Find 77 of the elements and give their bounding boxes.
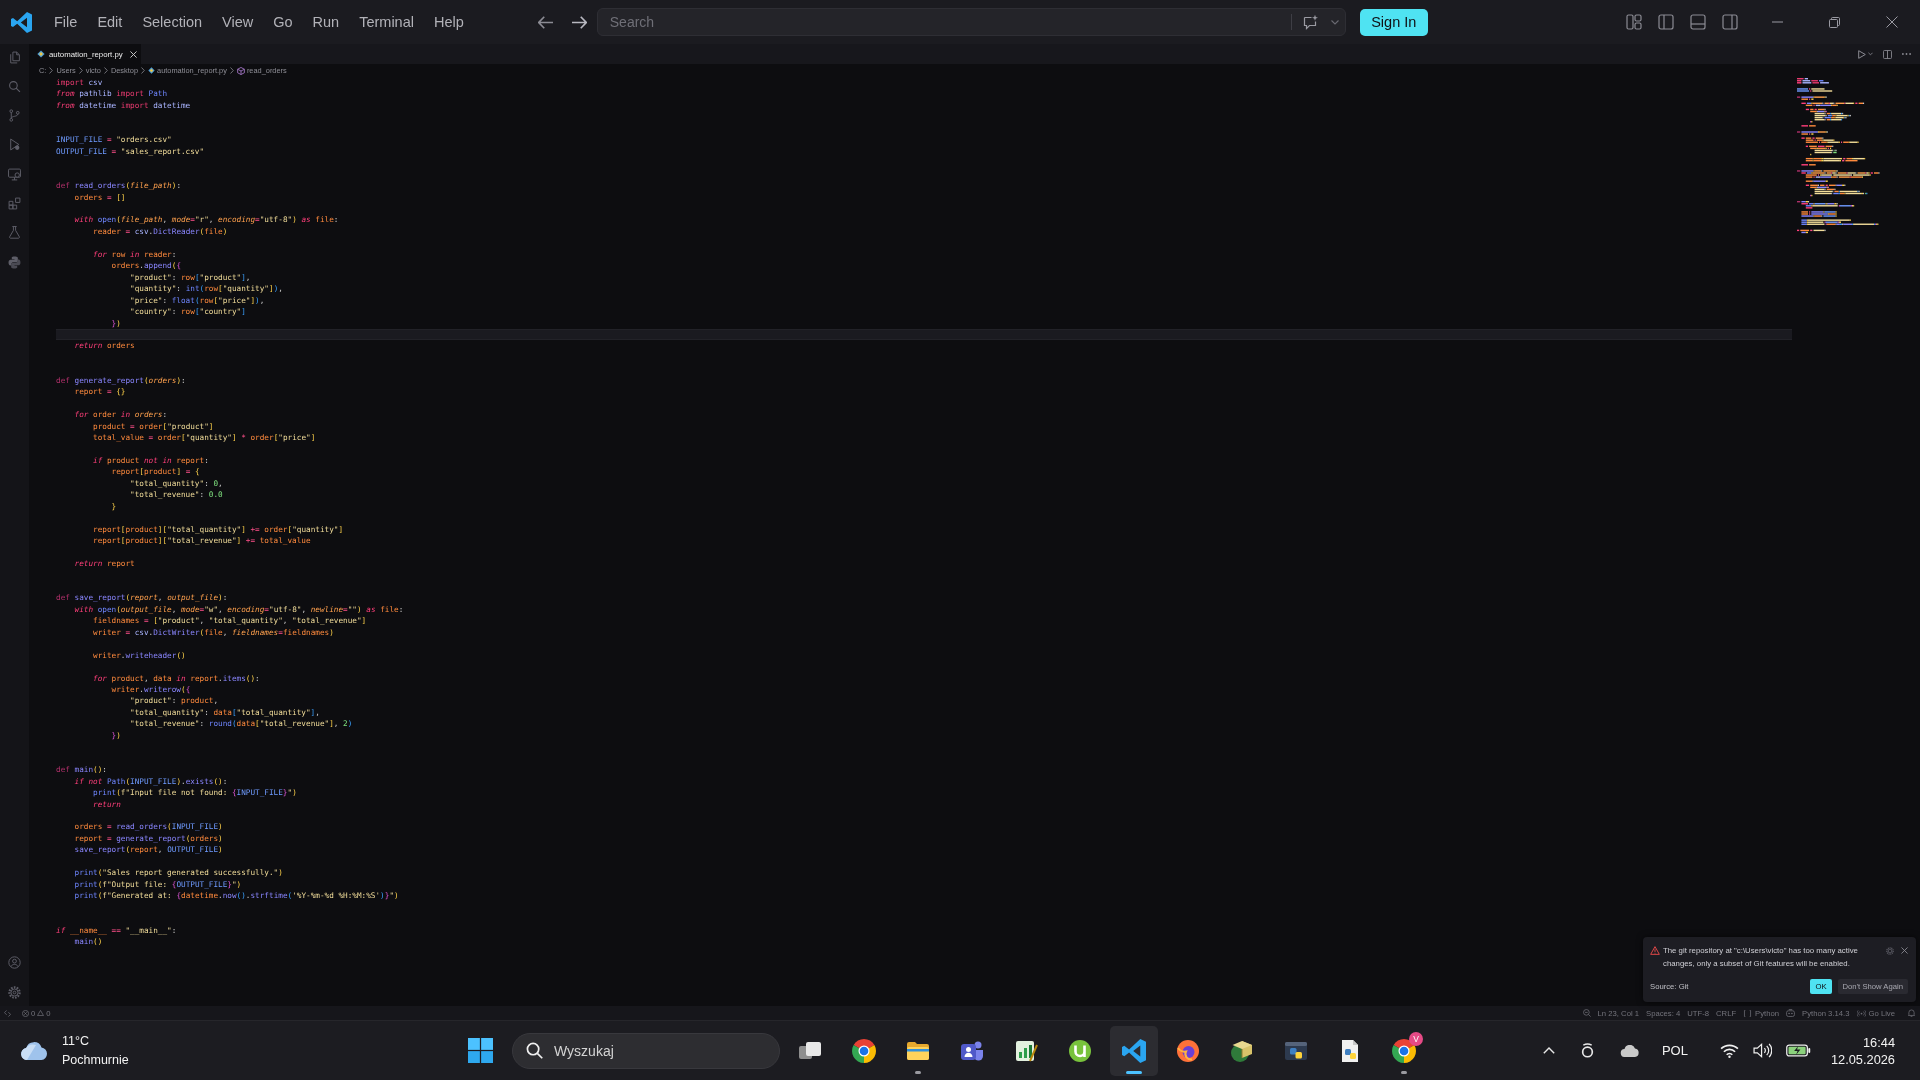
broadcast-icon	[1856, 1009, 1866, 1017]
bell-icon[interactable]	[1908, 1009, 1915, 1017]
taskbar-button[interactable]	[1110, 1025, 1158, 1076]
forward-icon[interactable]	[571, 15, 587, 29]
search-input[interactable]: Search	[597, 10, 1291, 34]
file-icon	[37, 50, 45, 58]
remote-icon[interactable]	[4, 1009, 11, 1017]
python-logo-icon[interactable]	[8, 255, 21, 269]
battery-icon[interactable]	[1785, 1044, 1811, 1057]
search-bar[interactable]: Search	[596, 8, 1346, 36]
wifi-icon[interactable]	[1719, 1043, 1739, 1058]
search-icon	[526, 1042, 543, 1059]
menu-item[interactable]: Run	[302, 8, 350, 36]
cloud-icon	[20, 1041, 48, 1060]
zoom-icon[interactable]	[1582, 1009, 1591, 1017]
chat-sparkle-icon[interactable]	[1302, 14, 1319, 30]
cube-icon	[236, 66, 245, 75]
robot-icon[interactable]	[1786, 1009, 1796, 1017]
ring-icon[interactable]	[1580, 1043, 1594, 1058]
run-debug-icon[interactable]	[8, 138, 21, 152]
clock-time[interactable]: 16:44	[1862, 1034, 1895, 1050]
start-icon	[467, 1038, 493, 1063]
file-icon	[148, 67, 156, 74]
menu-item[interactable]: Terminal	[349, 8, 424, 36]
package-icon	[1230, 1038, 1254, 1063]
close-icon[interactable]	[1885, 16, 1898, 28]
sidebar-right-icon[interactable]	[1722, 14, 1738, 30]
chevron-icon	[78, 67, 83, 74]
chevron-icon	[229, 67, 234, 74]
extensions-icon[interactable]	[8, 197, 21, 210]
weather-temperature: 11°C	[62, 1033, 90, 1049]
chevron-icon	[49, 67, 54, 74]
browser-icon	[1176, 1038, 1200, 1063]
clock-date[interactable]: 12.05.2026	[1830, 1051, 1895, 1067]
code-editor-icon	[1122, 1038, 1146, 1063]
taskbar-button[interactable]: V	[1380, 1025, 1428, 1076]
sign-in-button[interactable]: Sign In	[1359, 8, 1428, 36]
input-language-button[interactable]: POL	[1661, 1043, 1688, 1058]
search-input[interactable]: Wyszukaj	[554, 1042, 779, 1059]
panel-icon[interactable]	[1690, 14, 1706, 30]
settings-icon[interactable]	[8, 985, 21, 999]
search-bar[interactable]: Wyszukaj	[512, 1032, 780, 1069]
files-icon[interactable]	[8, 50, 21, 64]
profile-badge: V	[1409, 1031, 1423, 1046]
restore-icon[interactable]	[1829, 16, 1840, 28]
weather-condition: Pochmurnie	[62, 1052, 129, 1068]
menu-item[interactable]: File	[44, 8, 88, 36]
warning-icon	[37, 1010, 45, 1016]
sidebar-left-icon[interactable]	[1658, 14, 1674, 30]
back-icon[interactable]	[537, 15, 553, 29]
braces-icon	[1743, 1009, 1753, 1017]
caret-icon[interactable]	[1868, 52, 1873, 56]
folder-icon	[906, 1041, 930, 1060]
chart-icon	[1014, 1038, 1038, 1063]
play-icon[interactable]	[1858, 49, 1866, 59]
flask-icon[interactable]	[8, 226, 21, 240]
cloud-icon[interactable]	[1619, 1044, 1640, 1057]
caret-icon[interactable]	[1330, 19, 1339, 25]
menu-item[interactable]: Edit	[87, 8, 133, 36]
menu-item[interactable]: Selection	[132, 8, 213, 36]
chevron-icon	[103, 67, 108, 74]
menu-item[interactable]: Help	[423, 8, 474, 36]
error-icon	[22, 1009, 29, 1017]
warning-icon	[1650, 945, 1660, 955]
chevron-icon	[141, 67, 146, 74]
chevron-up-icon[interactable]	[1542, 1047, 1555, 1054]
app-logo-icon	[11, 11, 32, 33]
remote-explorer-icon[interactable]	[8, 167, 21, 181]
search-icon[interactable]	[8, 79, 21, 93]
split-editor-icon[interactable]	[1883, 49, 1892, 59]
layout-icon[interactable]	[1626, 14, 1642, 30]
menu-item[interactable]: View	[212, 8, 264, 36]
volume-icon[interactable]	[1752, 1043, 1772, 1058]
circle-logo-icon	[1068, 1038, 1092, 1063]
browser-icon	[852, 1038, 876, 1063]
menu-item[interactable]: Go	[263, 8, 303, 36]
close-icon[interactable]	[130, 50, 137, 58]
